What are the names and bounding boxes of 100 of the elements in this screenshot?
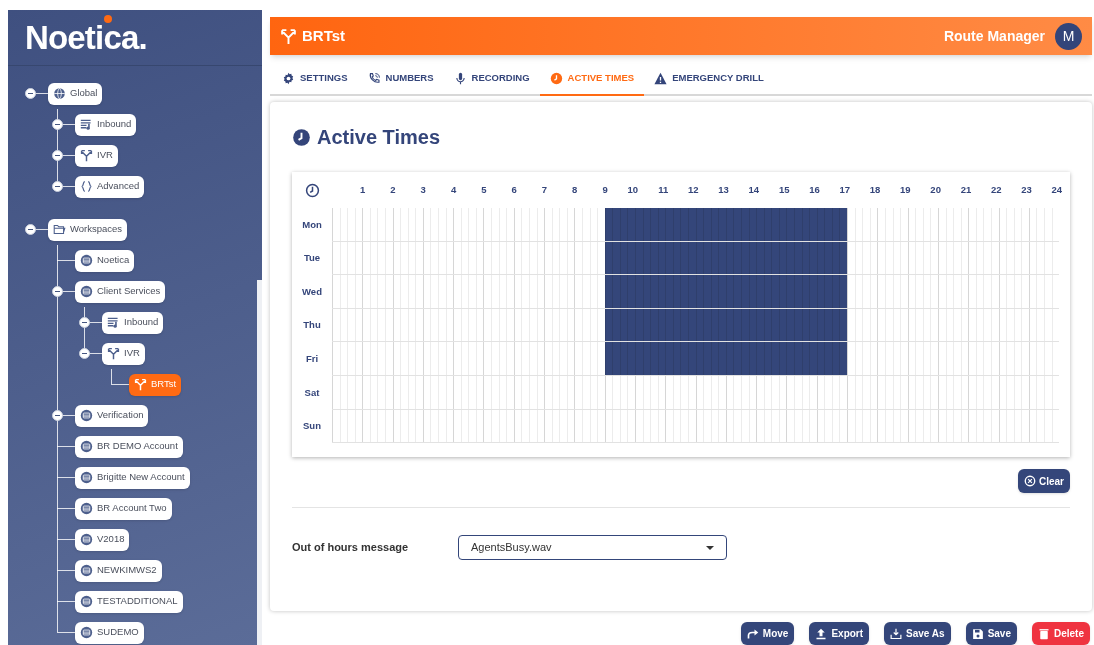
- collapse-toggle[interactable]: [79, 348, 90, 359]
- page-title: BRTst: [302, 25, 346, 46]
- time-slot[interactable]: [786, 241, 817, 276]
- stack-icon: [80, 626, 93, 639]
- tree-node[interactable]: Global: [48, 82, 103, 105]
- tree-node[interactable]: NEWKIMWS2: [75, 559, 162, 582]
- hour-label: 9: [602, 182, 608, 197]
- day-label: Tue: [303, 251, 321, 266]
- stack-icon: [80, 533, 93, 546]
- branch-icon: [80, 149, 93, 162]
- tree-node[interactable]: IVR: [75, 144, 118, 167]
- tree-node[interactable]: Verification: [75, 404, 149, 427]
- move-button[interactable]: Move: [740, 622, 795, 645]
- tree-node[interactable]: Workspaces: [48, 218, 128, 241]
- user-avatar[interactable]: M: [1055, 22, 1082, 50]
- time-slot[interactable]: [756, 308, 787, 343]
- time-slot[interactable]: [665, 208, 696, 242]
- time-slot[interactable]: [756, 241, 787, 276]
- tree-node[interactable]: IVR: [102, 342, 145, 365]
- stack-icon: [80, 595, 93, 608]
- hour-label: 2: [390, 182, 396, 197]
- time-slot[interactable]: [634, 275, 666, 309]
- braces-icon: [80, 180, 93, 193]
- time-slot[interactable]: [665, 308, 696, 343]
- stack-icon: [80, 471, 93, 484]
- hour-label: 6: [511, 182, 517, 197]
- time-slot[interactable]: [786, 208, 817, 242]
- tab[interactable]: NUMBERS: [357, 62, 444, 96]
- phone-icon: [367, 71, 381, 85]
- hour-label: 13: [718, 182, 729, 197]
- tab[interactable]: SETTINGS: [272, 62, 358, 96]
- hour-label: 18: [869, 182, 881, 197]
- hour-label: 24: [1051, 182, 1063, 197]
- time-slot[interactable]: [634, 208, 666, 242]
- collapse-toggle[interactable]: [52, 150, 63, 161]
- trash-icon: [1038, 627, 1050, 640]
- time-slot[interactable]: [725, 208, 757, 242]
- tree-node[interactable]: Inbound: [102, 311, 164, 334]
- tree-node[interactable]: SUDEMO: [75, 621, 144, 644]
- collapse-toggle[interactable]: [25, 88, 36, 99]
- time-slot[interactable]: [695, 342, 726, 376]
- section-title: Active Times: [317, 125, 441, 150]
- time-slot[interactable]: [665, 275, 696, 309]
- day-label: Thu: [303, 318, 321, 333]
- time-slot[interactable]: [756, 208, 787, 242]
- tab[interactable]: RECORDING: [443, 62, 540, 96]
- time-slot[interactable]: [634, 342, 666, 376]
- time-slot[interactable]: [725, 342, 757, 376]
- tab[interactable]: EMERGENCY DRILL: [644, 62, 774, 96]
- export-button[interactable]: Export: [809, 622, 870, 645]
- collapse-toggle[interactable]: [52, 181, 63, 192]
- time-slot[interactable]: [786, 308, 817, 343]
- folder-icon: [53, 223, 66, 236]
- time-slot[interactable]: [756, 342, 787, 376]
- download-icon: [890, 627, 903, 640]
- collapse-toggle[interactable]: [52, 410, 63, 421]
- time-slot[interactable]: [604, 275, 635, 309]
- upload-icon: [815, 627, 828, 640]
- time-slot[interactable]: [756, 275, 787, 309]
- tree-node[interactable]: Brigitte New Account: [75, 466, 190, 489]
- time-slot[interactable]: [816, 208, 848, 242]
- branch-icon: [280, 27, 297, 45]
- delete-button[interactable]: Delete: [1032, 622, 1090, 645]
- tree-node[interactable]: V2018: [75, 528, 130, 551]
- time-slot[interactable]: [695, 208, 726, 242]
- message-select[interactable]: AgentsBusy.wav: [458, 535, 727, 560]
- scrollbar[interactable]: [257, 280, 262, 645]
- save-as-button[interactable]: Save As: [884, 622, 951, 645]
- time-slot[interactable]: [725, 275, 757, 309]
- collapse-toggle[interactable]: [79, 317, 90, 328]
- time-slot[interactable]: [695, 275, 726, 309]
- tree-node[interactable]: Advanced: [75, 175, 145, 198]
- time-slot[interactable]: [786, 342, 817, 376]
- tree-node[interactable]: BR Account Two: [75, 497, 172, 520]
- hour-label: 11: [658, 182, 669, 197]
- tree-node[interactable]: BR DEMO Account: [75, 435, 183, 458]
- hour-label: 8: [572, 182, 578, 197]
- time-slot[interactable]: [604, 342, 635, 376]
- time-slot[interactable]: [786, 275, 817, 309]
- collapse-toggle[interactable]: [52, 286, 63, 297]
- tree-node[interactable]: TESTADDITIONAL: [75, 590, 183, 613]
- role-label: Route Manager: [943, 26, 1045, 46]
- tree-node[interactable]: Noetica: [75, 249, 135, 272]
- hour-label: 16: [809, 182, 820, 197]
- save-button[interactable]: Save: [965, 622, 1017, 645]
- hour-label: 12: [688, 182, 699, 197]
- tree-node[interactable]: Client Services: [75, 280, 166, 303]
- time-slot[interactable]: [816, 342, 848, 376]
- time-slot[interactable]: [665, 241, 696, 276]
- collapse-toggle[interactable]: [25, 224, 36, 235]
- tree-node[interactable]: Inbound: [75, 113, 137, 136]
- collapse-toggle[interactable]: [52, 119, 63, 130]
- arrow-icon: [746, 627, 759, 640]
- field-label: Out of hours message: [292, 540, 410, 556]
- clear-button[interactable]: Clear: [1018, 469, 1070, 493]
- stack-icon: [80, 285, 93, 298]
- time-slot[interactable]: [665, 342, 696, 376]
- time-slot[interactable]: [816, 275, 848, 309]
- time-slot[interactable]: [604, 208, 635, 242]
- hour-label: 4: [450, 182, 457, 197]
